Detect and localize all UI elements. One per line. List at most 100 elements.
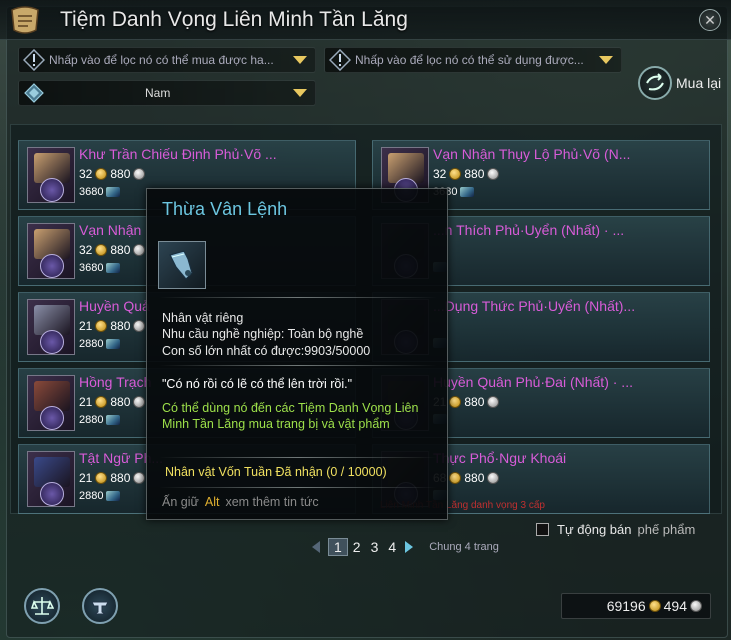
silver-coin-icon: [133, 320, 146, 332]
tooltip-title: Thừa Vân Lệnh: [162, 199, 288, 219]
price-gold: 21: [79, 471, 93, 485]
gold-coin-icon: [95, 244, 108, 256]
auto-sell-label: Tự động bán: [557, 522, 632, 537]
price-gold: 32: [79, 167, 93, 181]
tooltip-requirement: Nhu cầu nghề nghiệp: Toàn bộ nghề: [162, 327, 364, 341]
item-name: Vạn Nhận Thụy Lộ Phủ·Võ (N...: [433, 146, 631, 162]
silver-coin-icon: [133, 168, 146, 180]
silver-coin-icon: [690, 600, 702, 612]
close-button[interactable]: ✕: [699, 9, 721, 31]
token-currency-icon: [106, 263, 121, 273]
item-thumbnail-icon: [27, 147, 75, 203]
token-currency-icon: [106, 339, 121, 349]
auto-sell-option: Tự động bán phế phẩm: [536, 522, 695, 537]
token-currency-icon: [106, 187, 121, 197]
price-alt: 2880: [79, 490, 104, 502]
buyback-button[interactable]: Mua lại: [638, 66, 721, 100]
gold-coin-icon: [95, 396, 108, 408]
gender-filter-value: Nam: [145, 86, 171, 100]
silver-coin-icon: [487, 396, 500, 408]
buyable-filter-text: Nhấp vào để lọc nó có thể mua được ha...: [49, 53, 274, 67]
scale-icon: [30, 597, 54, 615]
tooltip-usage: Có thể dùng nó đến các Tiệm Danh Vọng Li…: [162, 401, 419, 431]
silver-coin-icon: [487, 472, 500, 484]
gold-coin-icon: [95, 472, 108, 484]
alert-icon: [19, 47, 49, 73]
item-alt-price: 3680: [79, 186, 121, 198]
page-total: Chung 4 trang: [429, 541, 499, 553]
gold-coin-icon: [95, 320, 108, 332]
price-gold: 21: [79, 395, 93, 409]
tooltip-quote: "Có nó rồi có lẽ có thể lên trời rồi.": [162, 377, 353, 391]
item-alt-price: 2880: [79, 338, 121, 350]
emblem-badge-icon: [40, 406, 64, 430]
silver-coin-icon: [487, 168, 500, 180]
tooltip-divider: [159, 457, 437, 458]
next-page-icon[interactable]: [405, 541, 414, 553]
chevron-down-icon: [293, 56, 307, 64]
tooltip-hint-key: Alt: [204, 495, 220, 509]
gold-coin-icon: [449, 472, 462, 484]
page-number[interactable]: 2: [348, 539, 366, 555]
shop-emblem-icon: [6, 2, 44, 38]
prev-page-icon[interactable]: [312, 541, 320, 553]
page-number[interactable]: 3: [366, 539, 384, 555]
item-price: 21 880: [79, 319, 146, 333]
item-price: 21 880: [79, 395, 146, 409]
tooltip-divider: [159, 365, 437, 366]
page-number[interactable]: 1: [328, 538, 348, 556]
anvil-icon: [91, 601, 109, 615]
tooltip-divider: [159, 297, 437, 298]
item-alt-price: 2880: [79, 490, 121, 502]
price-gold: 32: [79, 243, 93, 257]
silver-coin-icon: [133, 472, 146, 484]
price-alt: 3680: [79, 262, 104, 274]
usable-filter-text: Nhấp vào để lọc nó có thể sử dụng được..…: [355, 53, 584, 67]
repair-button[interactable]: [82, 588, 118, 624]
price-gold: 21: [79, 319, 93, 333]
diamond-icon: [19, 80, 49, 106]
emblem-badge-icon: [40, 254, 64, 278]
pagination: 1 2 3 4 Chung 4 trang: [312, 538, 499, 556]
silver-coin-icon: [133, 396, 146, 408]
price-silver: 880: [110, 243, 131, 257]
page-title: Tiệm Danh Vọng Liên Minh Tần Lăng: [60, 8, 408, 31]
buyback-icon: [638, 66, 672, 100]
item-name: Khư Trần Chiếu Định Phủ·Võ ...: [79, 146, 277, 162]
silver-coin-icon: [133, 244, 146, 256]
emblem-badge-icon: [40, 330, 64, 354]
currency-silver-amount: 494: [663, 598, 687, 614]
buyback-label: Mua lại: [676, 75, 722, 91]
item-tooltip: Thừa Vân Lệnh Nhân vật riêng Nhu cầu ngh…: [146, 188, 448, 520]
auto-sell-muted: phế phẩm: [637, 522, 696, 537]
price-alt: 2880: [79, 338, 104, 350]
item-thumbnail-icon: [27, 375, 75, 431]
item-price: 21 880: [79, 471, 146, 485]
emblem-badge-icon: [40, 178, 64, 202]
usable-filter-dropdown[interactable]: Nhấp vào để lọc nó có thể sử dụng được..…: [324, 47, 622, 73]
currency-display: 69196 494: [561, 593, 711, 619]
item-name: ...n Thích Phủ·Uyển (Nhất) · ...: [433, 222, 625, 238]
tooltip-weekly-progress: Nhân vật Vốn Tuần Đã nhận (0 / 10000): [165, 465, 387, 479]
page-number[interactable]: 4: [383, 539, 401, 555]
price-silver: 880: [464, 167, 485, 181]
auto-sell-checkbox[interactable]: [536, 523, 549, 536]
chevron-down-icon: [293, 89, 307, 97]
token-currency-icon: [106, 491, 121, 501]
item-price: 32 880: [433, 167, 500, 181]
token-item-icon: [158, 241, 206, 289]
gender-filter-dropdown[interactable]: Nam: [18, 80, 316, 106]
price-alt: 2880: [79, 414, 104, 426]
item-price: 32 880: [79, 243, 146, 257]
shop-action-button[interactable]: [24, 588, 60, 624]
currency-gold-amount: 69196: [606, 598, 646, 614]
buyable-filter-dropdown[interactable]: Nhấp vào để lọc nó có thể mua được ha...: [18, 47, 316, 73]
item-thumbnail-icon: [27, 299, 75, 355]
price-silver: 880: [110, 167, 131, 181]
item-name: ...Dụng Thức Phủ·Uyển (Nhất)...: [433, 298, 636, 314]
item-alt-price: 3680: [79, 262, 121, 274]
token-currency-icon: [460, 187, 475, 197]
price-gold: 32: [433, 167, 447, 181]
chevron-down-icon: [599, 56, 613, 64]
price-silver: 880: [110, 471, 131, 485]
